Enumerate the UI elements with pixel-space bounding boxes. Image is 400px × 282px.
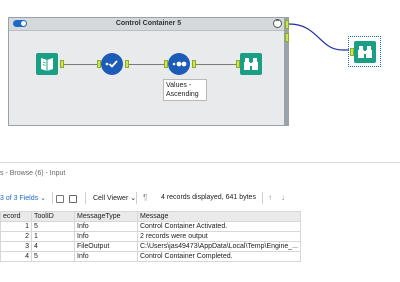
cell-toolid[interactable]: 4 bbox=[31, 241, 75, 252]
check-icon bbox=[105, 60, 118, 68]
cell-message[interactable]: C:\Users\jas49473\AppData\Local\Temp\Eng… bbox=[137, 241, 301, 252]
fields-count: 3 of 3 Fields bbox=[0, 195, 39, 202]
cell-toolid[interactable]: 5 bbox=[31, 221, 75, 232]
cell-record[interactable]: 1 bbox=[0, 221, 32, 232]
cell-messagetype[interactable]: Info bbox=[74, 221, 138, 232]
container-header[interactable]: Control Container 5 ⌃ bbox=[9, 18, 288, 31]
cell-toolid[interactable]: 1 bbox=[31, 231, 75, 242]
results-toolbar: 3 of 3 Fields ⌄ Cell Viewer ⌄ ¶ 4 record… bbox=[0, 190, 400, 208]
workflow-canvas[interactable]: Control Container 5 ⌃ Values - Ascending bbox=[0, 0, 400, 162]
toolbar-divider bbox=[136, 192, 137, 204]
container-connection-curve bbox=[289, 23, 349, 51]
cell-toolid[interactable]: 5 bbox=[31, 251, 75, 262]
container-title: Control Container 5 bbox=[115, 20, 182, 27]
cell-message[interactable]: Control Container Completed. bbox=[137, 251, 301, 262]
results-panel-title: s - Browse (6) - Input bbox=[0, 170, 66, 177]
cell-message[interactable]: Control Container Activated. bbox=[137, 221, 301, 232]
table-row[interactable]: 3 4 FileOutput C:\Users\jas49473\AppData… bbox=[0, 241, 301, 252]
toolbar-divider bbox=[52, 192, 53, 204]
arrow-down-icon[interactable]: ↓ bbox=[281, 193, 285, 202]
toolbar-divider bbox=[262, 192, 263, 204]
browse-tool[interactable] bbox=[240, 53, 262, 75]
connection-line bbox=[129, 64, 164, 65]
binoculars-icon bbox=[358, 46, 372, 58]
sort-tool[interactable] bbox=[168, 53, 190, 75]
column-header-record[interactable]: ecord bbox=[0, 211, 32, 222]
cell-viewer-label: Cell Viewer bbox=[93, 195, 129, 202]
arrow-up-icon[interactable]: ↑ bbox=[268, 193, 272, 202]
binoculars-icon bbox=[244, 58, 258, 70]
chevron-down-icon: ⌄ bbox=[40, 195, 46, 202]
toolbar-divider bbox=[85, 192, 86, 204]
cell-messagetype[interactable]: FileOutput bbox=[74, 241, 138, 252]
tool-annotation: Values - Ascending bbox=[163, 79, 207, 101]
fields-selector[interactable]: 3 of 3 Fields ⌄ bbox=[0, 194, 46, 202]
column-header-message[interactable]: Message bbox=[137, 211, 301, 222]
table-row[interactable]: 2 1 Info 2 records were output bbox=[0, 231, 301, 242]
selected-tool-frame[interactable] bbox=[348, 36, 381, 67]
input-data-tool[interactable] bbox=[36, 53, 58, 75]
cell-messagetype[interactable]: Info bbox=[74, 231, 138, 242]
cell-viewer-dropdown[interactable]: Cell Viewer ⌄ bbox=[93, 194, 136, 202]
table-row[interactable]: 4 5 Info Control Container Completed. bbox=[0, 251, 301, 262]
collapse-button[interactable]: ⌃ bbox=[273, 19, 282, 28]
container-toggle[interactable] bbox=[13, 20, 27, 27]
cell-messagetype[interactable]: Info bbox=[74, 251, 138, 262]
connection-line bbox=[196, 64, 236, 65]
cell-record[interactable]: 4 bbox=[0, 251, 32, 262]
records-info: 4 records displayed, 641 bytes bbox=[161, 194, 256, 201]
book-icon bbox=[41, 58, 53, 71]
select-tool[interactable] bbox=[101, 53, 123, 75]
table-row[interactable]: 1 5 Info Control Container Activated. bbox=[0, 221, 301, 232]
edit-icon[interactable] bbox=[56, 195, 64, 203]
sort-dots-icon bbox=[172, 61, 187, 67]
chevron-up-icon: ⌃ bbox=[274, 20, 281, 26]
grid-header-row: ecord ToolID MessageType Message bbox=[0, 211, 301, 222]
cell-select-icon[interactable] bbox=[69, 195, 77, 203]
cell-record[interactable]: 2 bbox=[0, 231, 32, 242]
connection-line bbox=[64, 64, 97, 65]
column-header-messagetype[interactable]: MessageType bbox=[74, 211, 138, 222]
cell-record[interactable]: 3 bbox=[0, 241, 32, 252]
cell-message[interactable]: 2 records were output bbox=[137, 231, 301, 242]
panel-divider[interactable] bbox=[0, 162, 400, 163]
results-grid[interactable]: ecord ToolID MessageType Message 1 5 Inf… bbox=[0, 211, 301, 262]
column-header-toolid[interactable]: ToolID bbox=[31, 211, 75, 222]
paragraph-icon[interactable]: ¶ bbox=[143, 193, 147, 202]
browse-tool-outside[interactable] bbox=[354, 41, 376, 63]
